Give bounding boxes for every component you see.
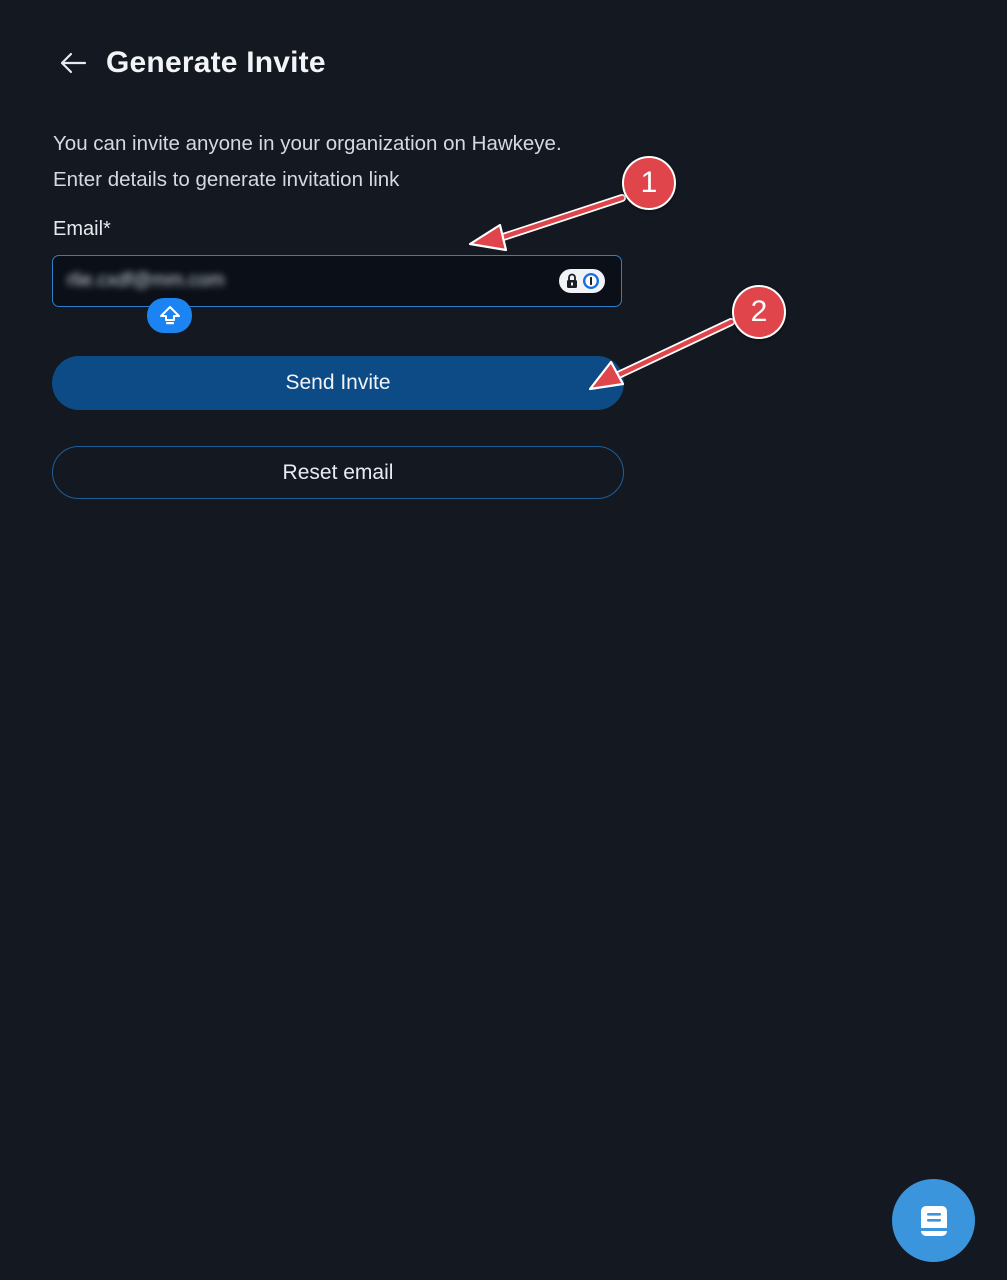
book-icon: [920, 1205, 947, 1236]
annotation-arrow-1: [468, 194, 626, 252]
email-value: rlie.cxdf@mm.com: [67, 270, 225, 291]
send-invite-button[interactable]: Send Invite: [52, 356, 624, 410]
autofill-upload-icon[interactable]: [147, 298, 192, 333]
back-button[interactable]: [58, 48, 88, 78]
generate-invite-page: Generate Invite You can invite anyone in…: [0, 0, 1007, 1280]
description-line-1: You can invite anyone in your organizati…: [53, 132, 562, 155]
description-line-2: Enter details to generate invitation lin…: [53, 168, 400, 191]
help-widget-button[interactable]: [892, 1179, 975, 1262]
annotation-step-1: 1: [622, 156, 676, 210]
reset-email-button[interactable]: Reset email: [52, 446, 624, 499]
email-input[interactable]: rlie.cxdf@mm.com: [52, 255, 622, 307]
password-manager-icon[interactable]: [559, 269, 605, 293]
page-header: Generate Invite: [58, 46, 326, 80]
email-label: Email*: [53, 218, 111, 240]
one-password-icon: [582, 273, 599, 289]
page-title: Generate Invite: [106, 46, 326, 79]
up-arrow-icon: [159, 305, 180, 324]
annotation-step-2: 2: [732, 285, 786, 339]
lock-icon: [566, 273, 577, 288]
description: You can invite anyone in your organizati…: [53, 126, 562, 198]
arrow-left-icon: [60, 52, 87, 74]
